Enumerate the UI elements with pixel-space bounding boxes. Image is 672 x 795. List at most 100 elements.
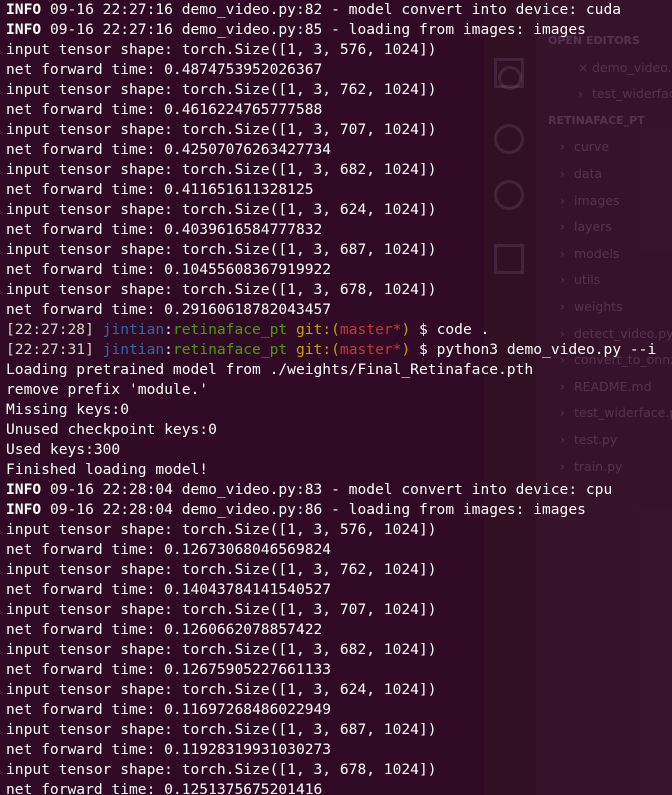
terminal-text-segment: remove prefix 'module.' <box>6 381 209 398</box>
terminal-text-segment: input tensor shape: torch.Size([1, 3, 67… <box>6 761 437 778</box>
terminal-line: net forward time: 0.1260662078857422 <box>6 620 656 640</box>
terminal-line: net forward time: 0.1251375675201416 <box>6 780 656 795</box>
terminal-text-segment: $ python3 demo_video.py --i <box>410 341 657 358</box>
terminal-line: input tensor shape: torch.Size([1, 3, 68… <box>6 640 656 660</box>
terminal-window[interactable]: OPEN EDITORS×demo_video.py›test_widerfac… <box>0 0 672 795</box>
terminal-text-segment: INFO <box>6 21 42 38</box>
terminal-line: net forward time: 0.411651611328125 <box>6 180 656 200</box>
terminal-line: input tensor shape: torch.Size([1, 3, 68… <box>6 720 656 740</box>
terminal-text-segment: input tensor shape: torch.Size([1, 3, 76… <box>6 81 437 98</box>
terminal-line: input tensor shape: torch.Size([1, 3, 76… <box>6 560 656 580</box>
terminal-text-segment: input tensor shape: torch.Size([1, 3, 70… <box>6 121 437 138</box>
terminal-line: net forward time: 0.11928319931030273 <box>6 740 656 760</box>
terminal-text-segment: input tensor shape: torch.Size([1, 3, 62… <box>6 201 437 218</box>
terminal-text-segment: input tensor shape: torch.Size([1, 3, 62… <box>6 681 437 698</box>
terminal-line: Missing keys:0 <box>6 400 656 420</box>
terminal-text-segment: INFO <box>6 1 42 18</box>
terminal-line: INFO 09-16 22:27:16 demo_video.py:82 - m… <box>6 0 656 20</box>
terminal-line: remove prefix 'module.' <box>6 380 656 400</box>
terminal-line: net forward time: 0.4874753952026367 <box>6 60 656 80</box>
terminal-text-segment: ) <box>401 341 411 358</box>
terminal-text-segment: Loading pretrained model from ./weights/… <box>6 361 534 378</box>
terminal-text-segment: input tensor shape: torch.Size([1, 3, 68… <box>6 161 437 178</box>
terminal-line: Used keys:300 <box>6 440 656 460</box>
terminal-text-segment: input tensor shape: torch.Size([1, 3, 70… <box>6 601 437 618</box>
terminal-text-segment: [22:27:31] <box>6 341 103 358</box>
terminal-line: Finished loading model! <box>6 460 656 480</box>
terminal-text-segment: input tensor shape: torch.Size([1, 3, 57… <box>6 521 437 538</box>
terminal-text-segment: net forward time: 0.4616224765777588 <box>6 101 323 118</box>
terminal-text-segment: : <box>164 321 173 338</box>
terminal-text-segment: 09-16 22:28:04 demo_video.py:83 - model … <box>41 481 613 498</box>
terminal-text-segment: input tensor shape: torch.Size([1, 3, 68… <box>6 721 437 738</box>
terminal-line: input tensor shape: torch.Size([1, 3, 62… <box>6 200 656 220</box>
terminal-line: net forward time: 0.14043784141540527 <box>6 580 656 600</box>
terminal-text-segment: net forward time: 0.12673068046569824 <box>6 541 332 558</box>
terminal-text-segment: Missing keys:0 <box>6 401 130 418</box>
terminal-line: input tensor shape: torch.Size([1, 3, 68… <box>6 160 656 180</box>
terminal-line: net forward time: 0.11697268486022949 <box>6 700 656 720</box>
terminal-text-segment: net forward time: 0.10455608367919922 <box>6 261 332 278</box>
terminal-text-segment: net forward time: 0.11928319931030273 <box>6 741 332 758</box>
terminal-line: net forward time: 0.4616224765777588 <box>6 100 656 120</box>
terminal-line: Unused checkpoint keys:0 <box>6 420 656 440</box>
terminal-text-segment: 09-16 22:27:16 demo_video.py:85 - loadin… <box>41 21 586 38</box>
terminal-text-segment: Used keys:300 <box>6 441 121 458</box>
terminal-text-segment: input tensor shape: torch.Size([1, 3, 68… <box>6 241 437 258</box>
terminal-text-segment: net forward time: 0.12675905227661133 <box>6 661 332 678</box>
terminal-text-segment: [22:27:28] <box>6 321 103 338</box>
terminal-text-segment: net forward time: 0.4874753952026367 <box>6 61 323 78</box>
terminal-line: net forward time: 0.29160618782043457 <box>6 300 656 320</box>
terminal-text-segment: net forward time: 0.4039616584777832 <box>6 221 323 238</box>
terminal-line: INFO 09-16 22:28:04 demo_video.py:86 - l… <box>6 500 656 520</box>
terminal-text-segment: INFO <box>6 481 42 498</box>
terminal-text-segment: net forward time: 0.14043784141540527 <box>6 581 332 598</box>
terminal-line: net forward time: 0.10455608367919922 <box>6 260 656 280</box>
terminal-text-segment: INFO <box>6 501 42 518</box>
terminal-text-segment: 09-16 22:27:16 demo_video.py:82 - model … <box>41 1 622 18</box>
terminal-text-segment: retinaface_pt <box>172 341 288 358</box>
terminal-text-segment: net forward time: 0.11697268486022949 <box>6 701 332 718</box>
terminal-line: input tensor shape: torch.Size([1, 3, 67… <box>6 280 656 300</box>
terminal-text-segment: net forward time: 0.411651611328125 <box>6 181 314 198</box>
terminal-line: net forward time: 0.4039616584777832 <box>6 220 656 240</box>
terminal-line: input tensor shape: torch.Size([1, 3, 57… <box>6 520 656 540</box>
terminal-text-segment: master* <box>339 321 402 338</box>
terminal-text-segment: 09-16 22:28:04 demo_video.py:86 - loadin… <box>41 501 586 518</box>
terminal-line: [22:27:28] jintian:retinaface_pt git:(ma… <box>6 320 656 340</box>
terminal-text-segment: input tensor shape: torch.Size([1, 3, 68… <box>6 641 437 658</box>
terminal-line: input tensor shape: torch.Size([1, 3, 70… <box>6 600 656 620</box>
terminal-line: Loading pretrained model from ./weights/… <box>6 360 656 380</box>
terminal-line: input tensor shape: torch.Size([1, 3, 68… <box>6 240 656 260</box>
terminal-text-segment: git:( <box>287 321 340 338</box>
terminal-line: INFO 09-16 22:28:04 demo_video.py:83 - m… <box>6 480 656 500</box>
terminal-line: INFO 09-16 22:27:16 demo_video.py:85 - l… <box>6 20 656 40</box>
terminal-text-segment: net forward time: 0.1260662078857422 <box>6 621 323 638</box>
terminal-text-segment: retinaface_pt <box>172 321 288 338</box>
terminal-text-segment: Finished loading model! <box>6 461 209 478</box>
terminal-text-segment: jintian <box>102 341 165 358</box>
terminal-line: [22:27:31] jintian:retinaface_pt git:(ma… <box>6 340 656 360</box>
terminal-text-segment: ) <box>401 321 411 338</box>
terminal-text-segment: git:( <box>287 341 340 358</box>
terminal-line: input tensor shape: torch.Size([1, 3, 62… <box>6 680 656 700</box>
terminal-text-segment: net forward time: 0.42507076263427734 <box>6 141 332 158</box>
terminal-text-segment: net forward time: 0.29160618782043457 <box>6 301 332 318</box>
terminal-line: input tensor shape: torch.Size([1, 3, 67… <box>6 760 656 780</box>
terminal-output: INFO 09-16 22:27:16 demo_video.py:82 - m… <box>6 0 656 795</box>
terminal-text-segment: $ code . <box>410 321 490 338</box>
terminal-line: input tensor shape: torch.Size([1, 3, 76… <box>6 80 656 100</box>
terminal-line: net forward time: 0.12675905227661133 <box>6 660 656 680</box>
terminal-text-segment: master* <box>339 341 402 358</box>
terminal-line: net forward time: 0.12673068046569824 <box>6 540 656 560</box>
terminal-line: net forward time: 0.42507076263427734 <box>6 140 656 160</box>
terminal-text-segment: input tensor shape: torch.Size([1, 3, 57… <box>6 41 437 58</box>
terminal-text-segment: : <box>164 341 173 358</box>
terminal-line: input tensor shape: torch.Size([1, 3, 57… <box>6 40 656 60</box>
terminal-text-segment: Unused checkpoint keys:0 <box>6 421 217 438</box>
terminal-text-segment: input tensor shape: torch.Size([1, 3, 76… <box>6 561 437 578</box>
terminal-text-segment: input tensor shape: torch.Size([1, 3, 67… <box>6 281 437 298</box>
terminal-text-segment: jintian <box>102 321 165 338</box>
terminal-text-segment: net forward time: 0.1251375675201416 <box>6 781 323 795</box>
terminal-line: input tensor shape: torch.Size([1, 3, 70… <box>6 120 656 140</box>
